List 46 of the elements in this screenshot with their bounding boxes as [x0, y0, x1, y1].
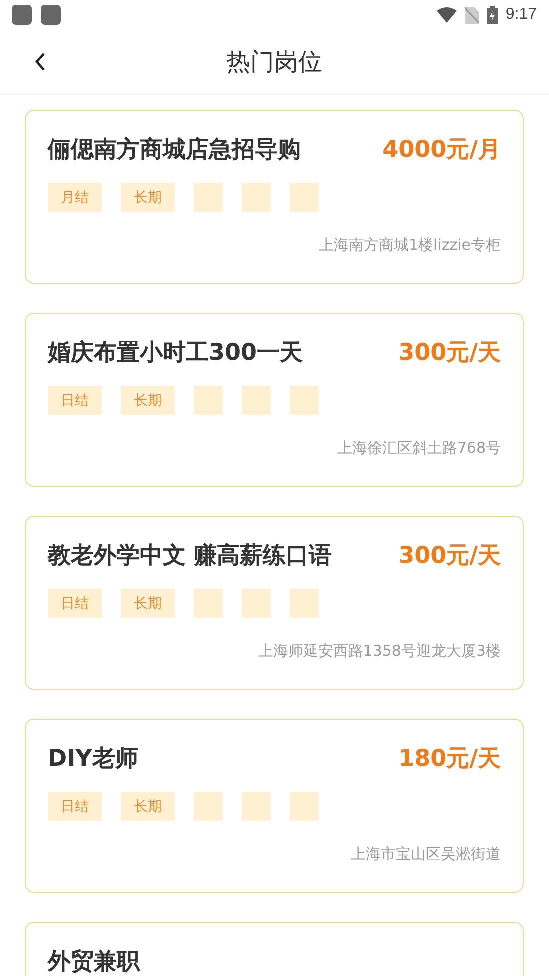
no-sim-icon: [464, 6, 479, 24]
tag: 长期: [121, 183, 175, 212]
job-title: DIY老师: [48, 744, 138, 774]
salary: 300元/天: [398, 542, 501, 570]
job-card[interactable]: 俪偲南方商城店急招导购 4000元/月 月结 长期 上海南方商城1楼lizzie专柜: [25, 110, 524, 284]
salary: 4000元/月: [382, 136, 501, 164]
tag: 日结: [48, 589, 102, 618]
job-card[interactable]: 教老外学中文 赚高薪练口语 300元/天 日结 长期 上海师延安西路1358号迎龙大厦3楼: [25, 516, 524, 690]
job-card[interactable]: DIY老师 180元/天 日结 长期 上海市宝山区吴淞街道: [25, 719, 524, 893]
empty-tag: [194, 589, 223, 618]
tag: 长期: [121, 792, 175, 821]
job-title: 教老外学中文 赚高薪练口语: [48, 542, 332, 570]
job-title: 外贸兼职: [48, 948, 140, 976]
empty-tag: [242, 183, 271, 212]
address: 上海南方商城1楼lizzie专柜: [318, 236, 501, 255]
empty-tag: [290, 589, 319, 618]
address: 上海师延安西路1358号迎龙大厦3楼: [258, 642, 501, 661]
address: 上海市宝山区吴淞街道: [351, 845, 501, 864]
battery-icon: [486, 6, 498, 24]
tag: 月结: [48, 183, 102, 212]
empty-tag: [242, 386, 271, 415]
job-card[interactable]: 外贸兼职: [25, 922, 524, 976]
notification-icon: [41, 5, 61, 25]
empty-tag: [194, 386, 223, 415]
address: 上海徐汇区斜土路768号: [337, 439, 501, 458]
wifi-icon: [436, 7, 457, 23]
empty-tag: [242, 792, 271, 821]
salary: 300元/天: [398, 338, 501, 368]
empty-tag: [194, 183, 223, 212]
empty-tag: [242, 589, 271, 618]
empty-tag: [290, 183, 319, 212]
empty-tag: [290, 386, 319, 415]
empty-tag: [194, 792, 223, 821]
clock: 9:17: [506, 6, 537, 24]
page-title: 热门岗位: [226, 47, 322, 78]
tag: 长期: [121, 589, 175, 618]
back-icon: [35, 53, 45, 71]
notification-icon: [12, 5, 32, 25]
job-title: 俪偲南方商城店急招导购: [48, 136, 301, 164]
job-card[interactable]: 婚庆布置小时工300一天 300元/天 日结 长期 上海徐汇区斜土路768号: [25, 313, 524, 487]
tag: 日结: [48, 792, 102, 821]
tag: 日结: [48, 386, 102, 415]
tag: 长期: [121, 386, 175, 415]
empty-tag: [290, 792, 319, 821]
job-title: 婚庆布置小时工300一天: [48, 338, 304, 368]
salary: 180元/天: [398, 744, 501, 774]
